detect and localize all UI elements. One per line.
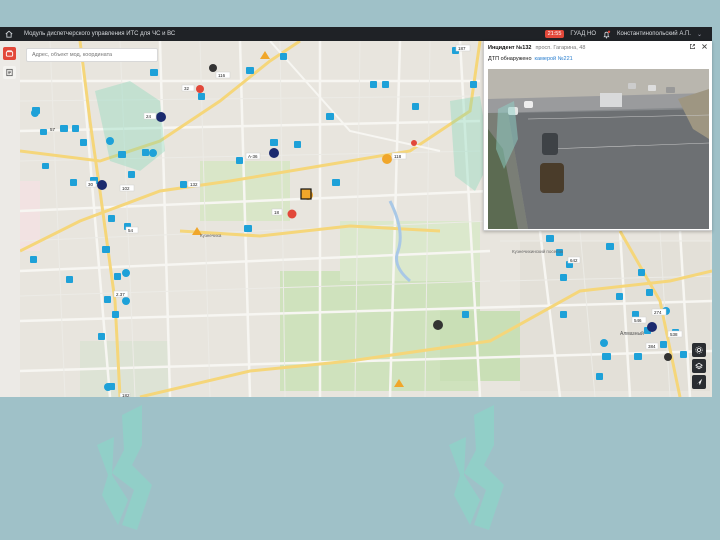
app-window: Модуль диспетчерского управления ИТС для… (0, 0, 720, 540)
bell-icon[interactable] (602, 30, 611, 39)
watermark-logo (97, 405, 152, 530)
settings-icon[interactable] (692, 343, 706, 357)
home-icon[interactable] (4, 29, 14, 39)
incident-title: Инцидент №132 (488, 44, 532, 51)
camera-link[interactable]: камерой №221 (535, 56, 573, 62)
map-label: 18 (274, 210, 280, 215)
map-label: 384 (648, 344, 656, 349)
map-label: 132 (190, 182, 198, 187)
map-label: 538 (670, 332, 678, 337)
watermark-logo (449, 405, 504, 530)
map-label: 274 (654, 310, 662, 315)
chevron-down-icon[interactable]: ⌄ (697, 31, 702, 38)
map-label: 102 (122, 186, 130, 191)
map-label: 24 (146, 114, 152, 119)
map-label: 2.37 (116, 292, 125, 297)
incidents-icon[interactable] (3, 47, 16, 60)
incident-address: просп. Гагарина, 48 (535, 44, 586, 51)
org-name: ГУАД НО (570, 31, 597, 37)
user-name[interactable]: Константинопольский А.П. (617, 31, 691, 37)
camera-feed-image (488, 69, 709, 229)
map-label: 118 (394, 154, 402, 159)
search-input[interactable] (26, 48, 158, 62)
map-label: 57 (50, 127, 56, 132)
district-label: Кузнечихинский поселок (512, 248, 563, 254)
map-label: 187 (458, 46, 466, 51)
map-label: 116 (218, 73, 226, 78)
status-badge[interactable]: 21:55 (544, 30, 565, 38)
left-toolbar (0, 41, 20, 397)
document-icon[interactable] (3, 66, 16, 79)
map-label: 182 (122, 393, 130, 397)
map-label: 54 (128, 228, 134, 233)
external-link-icon[interactable] (689, 43, 696, 52)
incident-panel: Инцидент №132 просп. Гагарина, 48 ДТП об… (483, 41, 712, 231)
app-title: Модуль диспетчерского управления ИТС для… (24, 31, 176, 37)
map-label: А-36 (248, 154, 258, 159)
navigation-icon[interactable] (692, 375, 706, 389)
district-label: Алмазный (620, 330, 644, 337)
incident-event: ДТП обнаружено (488, 56, 532, 62)
map-label: 642 (570, 258, 578, 263)
close-icon[interactable] (701, 43, 708, 52)
top-bar: Модуль диспетчерского управления ИТС для… (0, 27, 712, 41)
map-label: 546 (634, 318, 642, 323)
layers-icon[interactable] (692, 359, 706, 373)
map-label: 30 (88, 182, 94, 187)
map-label: 32 (184, 86, 190, 91)
incident-marker[interactable] (300, 188, 312, 200)
street-label: Кузнечиха (200, 233, 222, 238)
